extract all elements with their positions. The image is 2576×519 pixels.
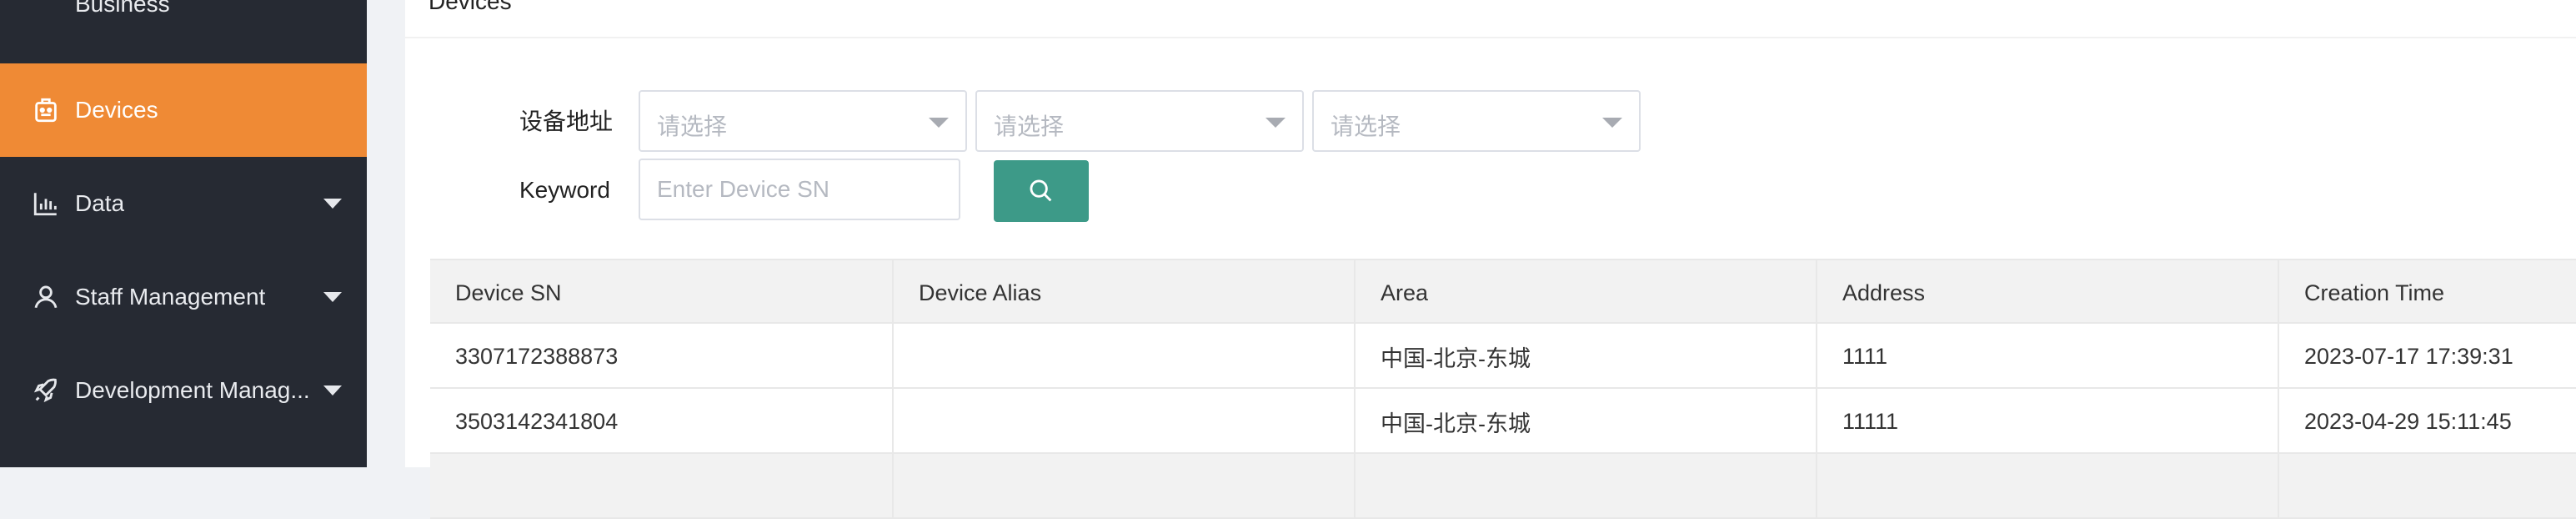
devices-icon xyxy=(35,98,57,123)
cell-empty xyxy=(2278,454,2576,519)
cell-creation-time: 2023-04-29 15:11:45 xyxy=(2278,389,2576,454)
main-panel: Devices 设备地址 请选择 请选择 请选择 Keyword Device … xyxy=(405,0,2576,519)
column-header-creation-time[interactable]: Creation Time xyxy=(2278,260,2576,325)
user-icon xyxy=(34,285,58,309)
bar-chart-icon xyxy=(33,193,57,216)
chevron-down-icon xyxy=(323,292,342,302)
select-placeholder: 请选择 xyxy=(657,113,728,139)
table-row xyxy=(430,454,2576,519)
chevron-down-icon xyxy=(929,118,949,128)
cell-creation-time: 2023-07-17 17:39:31 xyxy=(2278,324,2576,389)
device-address-label: 设备地址 xyxy=(519,108,614,134)
cell-device-alias xyxy=(892,389,1354,454)
keyword-label: Keyword xyxy=(519,177,610,203)
select-placeholder: 请选择 xyxy=(994,113,1065,139)
keyword-input[interactable] xyxy=(639,159,960,220)
sidebar-item-label: Business xyxy=(75,0,170,17)
district-select[interactable]: 请选择 xyxy=(1312,90,1641,152)
cell-device-alias xyxy=(892,324,1354,389)
rocket-icon xyxy=(33,378,57,403)
divider xyxy=(405,37,2576,38)
sidebar-item-devices[interactable]: Devices xyxy=(0,63,367,157)
sidebar-item-label: Devices xyxy=(75,97,158,123)
chevron-down-icon xyxy=(1265,118,1285,128)
table-row[interactable]: 3307172388873 中国-北京-东城 1111 2023-07-17 1… xyxy=(430,324,2576,389)
chevron-down-icon xyxy=(1602,118,1622,128)
cell-device-sn: 3307172388873 xyxy=(455,343,619,369)
search-icon xyxy=(1030,179,1052,202)
cell-empty xyxy=(1816,454,2278,519)
sidebar-item-label: Staff Management xyxy=(75,284,266,310)
sidebar-item-development-management[interactable]: Development Manag... xyxy=(0,344,367,437)
cell-empty xyxy=(892,454,1354,519)
column-header-address[interactable]: Address xyxy=(1816,260,2278,325)
chevron-down-icon xyxy=(323,385,342,396)
sidebar-item-label: Data xyxy=(75,190,125,216)
column-header-device-sn[interactable]: Device SN xyxy=(430,260,892,325)
table-header-row: Device SN Device Alias Area Address Crea… xyxy=(430,259,2576,325)
cell-empty xyxy=(1354,454,1816,519)
cell-address: 1111 xyxy=(1816,324,2278,389)
column-header-device-alias[interactable]: Device Alias xyxy=(892,260,1354,325)
sidebar-item-business[interactable]: Business xyxy=(0,0,367,38)
chevron-down-icon xyxy=(323,199,342,209)
page-title: Devices xyxy=(428,0,512,14)
sidebar: Business Devices Data Staff Management D… xyxy=(0,0,367,467)
city-select[interactable]: 请选择 xyxy=(975,90,1304,152)
sidebar-item-data[interactable]: Data xyxy=(0,157,367,250)
province-select[interactable]: 请选择 xyxy=(639,90,967,152)
cell-device-sn: 3503142341804 xyxy=(455,408,619,434)
cell-address: 11111 xyxy=(1816,389,2278,454)
sidebar-item-staff-management[interactable]: Staff Management xyxy=(0,250,367,344)
cell-area: 中国-北京-东城 xyxy=(1354,389,1816,454)
column-header-area[interactable]: Area xyxy=(1354,260,1816,325)
table-row[interactable]: 3503142341804 中国-北京-东城 11111 2023-04-29 … xyxy=(430,389,2576,454)
select-placeholder: 请选择 xyxy=(1331,113,1401,139)
cell-area: 中国-北京-东城 xyxy=(1354,324,1816,389)
cell-empty xyxy=(430,454,892,519)
search-button[interactable] xyxy=(994,160,1089,222)
sidebar-item-label: Development Manag... xyxy=(75,377,310,403)
